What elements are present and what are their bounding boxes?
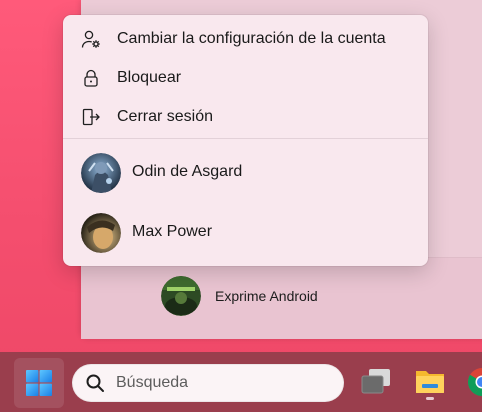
windows-start-icon xyxy=(26,370,52,396)
taskbar xyxy=(0,352,482,412)
sign-out-label: Cerrar sesión xyxy=(117,108,214,125)
change-account-settings-label: Cambiar la configuración de la cuenta xyxy=(117,30,386,47)
user-avatar-max xyxy=(81,213,121,253)
sign-out-item[interactable]: Cerrar sesión xyxy=(69,99,422,135)
lock-icon xyxy=(81,68,101,88)
task-view-icon xyxy=(361,369,390,394)
file-explorer-button[interactable] xyxy=(410,362,450,402)
switch-user-odin[interactable]: Odin de Asgard xyxy=(69,149,422,197)
account-flyout-menu: Cambiar la configuración de la cuenta Bl… xyxy=(63,15,428,266)
file-explorer-running-indicator xyxy=(426,397,434,400)
sign-out-icon xyxy=(81,107,101,127)
current-user-name: Exprime Android xyxy=(215,288,318,304)
user-avatar-odin xyxy=(81,153,121,193)
chrome-button[interactable] xyxy=(462,362,482,402)
search-input[interactable] xyxy=(116,364,326,402)
lock-label: Bloquear xyxy=(117,69,182,86)
search-icon xyxy=(86,374,104,392)
file-explorer-icon xyxy=(416,371,444,393)
user-avatar-exprime xyxy=(161,276,201,316)
start-menu-footer: Exprime Android xyxy=(81,257,482,339)
switch-user-max[interactable]: Max Power xyxy=(69,209,422,257)
account-settings-icon xyxy=(81,29,101,49)
taskbar-search-box[interactable] xyxy=(72,364,344,402)
current-user-button[interactable]: Exprime Android xyxy=(161,276,318,316)
task-view-button[interactable] xyxy=(356,362,396,402)
menu-divider xyxy=(63,138,428,139)
switch-user-max-name: Max Power xyxy=(132,223,213,240)
change-account-settings-item[interactable]: Cambiar la configuración de la cuenta xyxy=(69,21,422,57)
switch-user-odin-name: Odin de Asgard xyxy=(132,163,243,180)
start-button[interactable] xyxy=(14,358,64,408)
chrome-icon xyxy=(468,368,482,396)
lock-item[interactable]: Bloquear xyxy=(69,60,422,96)
